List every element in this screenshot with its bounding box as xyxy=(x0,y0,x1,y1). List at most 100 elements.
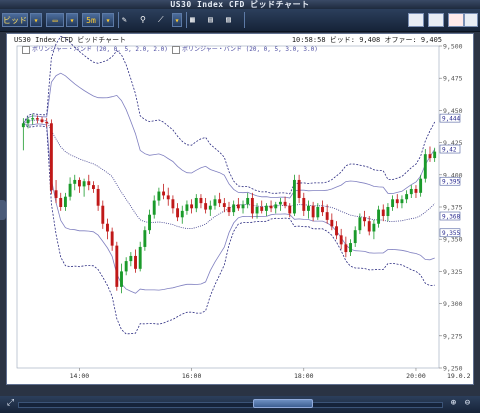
candle xyxy=(423,149,427,183)
candle-body xyxy=(101,205,105,224)
candle-body xyxy=(31,118,35,120)
fullscreen-icon[interactable]: ⤢ xyxy=(5,398,16,409)
alert-icon[interactable] xyxy=(448,13,464,27)
candle-body xyxy=(353,230,357,244)
candle-body xyxy=(143,230,147,247)
zoom-in-icon[interactable]: ⊕ xyxy=(448,398,459,409)
candle xyxy=(395,194,399,209)
candle xyxy=(171,195,175,214)
candle-body xyxy=(321,207,324,213)
candle xyxy=(40,116,44,124)
candle-body xyxy=(325,212,329,220)
price-tag-label: 9,444 xyxy=(442,115,460,122)
candle-body xyxy=(40,119,44,122)
candle xyxy=(302,192,306,217)
candle xyxy=(157,187,161,206)
price-type-chevron-icon[interactable]: ▾ xyxy=(30,13,42,27)
candle-body xyxy=(292,179,296,214)
candle-body xyxy=(395,199,399,204)
line-tool-icon[interactable]: ⟋ xyxy=(158,13,172,27)
candle xyxy=(339,228,343,250)
time-scrollbar[interactable] xyxy=(18,402,443,408)
x-tick-label: 16:00 xyxy=(182,372,202,380)
candle-body xyxy=(110,231,114,246)
line-tool-chevron-icon[interactable]: ▾ xyxy=(172,13,182,27)
candle-body xyxy=(414,188,418,193)
candlestick-chart[interactable]: 9,5009,4759,4509,4259,4009,3759,3509,325… xyxy=(7,34,473,384)
last-price-label: 19.0.2 xyxy=(447,372,471,380)
legend-bollinger-2[interactable]: ボリンジャー・バンド (20, 0, 5, 2.0, 2.0) xyxy=(22,45,168,55)
help-icon[interactable] xyxy=(464,13,478,27)
chart-type-chevron-icon[interactable]: ▾ xyxy=(66,13,78,27)
candle-body xyxy=(274,204,278,209)
price-type-dropdown[interactable]: ビッド xyxy=(2,13,28,27)
candle-body xyxy=(59,197,63,207)
text-tool-icon[interactable]: ▤ xyxy=(208,13,222,27)
y-tick-label: 9,475 xyxy=(443,75,463,83)
candle xyxy=(358,213,362,235)
candle-body xyxy=(213,199,217,206)
candle-body xyxy=(269,205,273,209)
candle-body xyxy=(260,207,264,211)
legend-checkbox[interactable] xyxy=(172,45,180,54)
erase-tool-icon[interactable]: ▨ xyxy=(226,13,240,27)
candle-body xyxy=(381,209,385,217)
candle xyxy=(194,194,198,213)
candle xyxy=(101,200,105,229)
candle-body xyxy=(171,199,175,209)
title-bar[interactable]: US30 Index CFD ビッドチャート ─ □ × xyxy=(0,0,480,17)
candle-body xyxy=(87,181,91,186)
candle xyxy=(73,174,77,191)
legend-checkbox[interactable] xyxy=(22,45,30,54)
candle xyxy=(236,197,240,211)
candle xyxy=(363,210,366,227)
candle-body xyxy=(120,271,123,287)
y-tick-label: 9,325 xyxy=(443,268,463,276)
candle-body xyxy=(335,226,338,236)
indicator-icon[interactable]: ▦ xyxy=(190,13,204,27)
candle xyxy=(129,252,133,267)
candle-body xyxy=(316,207,320,218)
candle xyxy=(120,263,123,294)
chart-window-icon[interactable] xyxy=(408,13,424,27)
candle-body xyxy=(288,205,292,214)
candle xyxy=(82,178,86,197)
candle xyxy=(278,197,282,211)
candle-body xyxy=(255,207,259,214)
candle-body xyxy=(227,207,231,213)
candle xyxy=(274,201,278,214)
candle-body xyxy=(377,209,381,224)
candle xyxy=(218,192,222,207)
pen-tool-icon[interactable]: ✎ xyxy=(122,13,136,27)
chart-settings-icon[interactable] xyxy=(428,13,444,27)
candle-body xyxy=(190,204,194,209)
period-dropdown[interactable]: 5m xyxy=(82,13,100,27)
candle-body xyxy=(405,194,409,200)
chart-type-button[interactable]: ▭ xyxy=(46,13,64,27)
legend-bollinger-3[interactable]: ボリンジャー・バンド (20, 0, 5, 3.0, 3.0) xyxy=(172,45,318,55)
candle-body xyxy=(138,246,142,269)
candle-body xyxy=(157,191,161,201)
chart-area[interactable]: 9,500 9,475 9,450 9,425 9,400 9,375 9,350 9,325… xyxy=(6,33,474,385)
zoom-out-icon[interactable]: ⊖ xyxy=(462,398,473,409)
candle xyxy=(400,195,404,209)
candle xyxy=(92,181,95,193)
candle xyxy=(433,147,437,162)
candle-body xyxy=(246,197,250,205)
candle xyxy=(35,115,39,124)
candle xyxy=(297,174,301,204)
candle xyxy=(335,221,338,240)
candle xyxy=(321,200,324,217)
candle-body xyxy=(367,221,371,232)
scrollbar-thumb[interactable] xyxy=(253,399,313,408)
pin-tool-icon[interactable]: ⚲ xyxy=(140,13,154,27)
candle-body xyxy=(45,121,49,124)
candle-body xyxy=(283,201,287,206)
x-tick-label: 20:00 xyxy=(406,372,426,380)
candle-body xyxy=(358,217,362,231)
period-chevron-icon[interactable]: ▾ xyxy=(102,13,114,27)
candle xyxy=(372,219,376,240)
candle xyxy=(199,194,203,209)
candle-body xyxy=(218,199,222,204)
candle xyxy=(213,195,217,210)
